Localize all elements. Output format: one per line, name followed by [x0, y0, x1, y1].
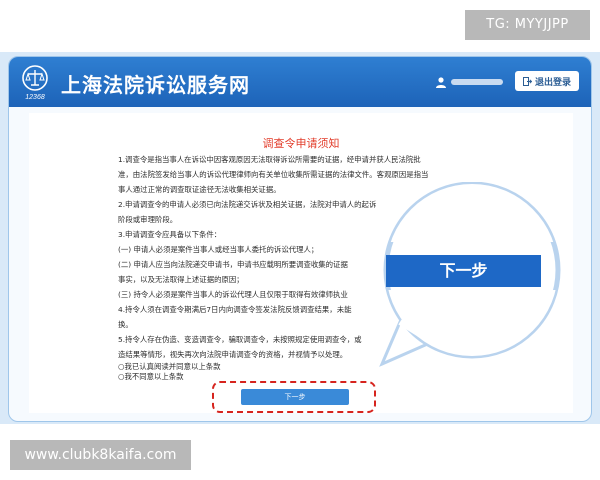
notice-line: 造结果等情形，视失再次向法院申请调查令的资格，并视情予以处理。 [118, 350, 348, 359]
disagree-option[interactable]: ○我不同意以上条款 [118, 372, 221, 382]
agree-option[interactable]: ○我已认真阅读并同意以上条款 [118, 362, 221, 372]
user-icon [436, 77, 446, 88]
site-header: 12368 上海法院诉讼服务网 退出登录 [9, 57, 591, 107]
notice-line: 准，由法院签发给当事人的诉讼代理律师向有关单位收集所需证据的法律文件。客观原因是… [118, 170, 429, 179]
redacted-username [451, 79, 503, 85]
logout-button[interactable]: 退出登录 [515, 71, 579, 91]
notice-title: 调查令申请须知 [262, 137, 340, 150]
notice-line: 4.持令人须在调查令期满后7日内向调查令签发法院反馈调查结果，未能 [118, 305, 352, 314]
logout-label: 退出登录 [534, 77, 571, 88]
logout-icon [522, 76, 532, 86]
zoomed-next-step-button: 下一步 [386, 255, 541, 287]
agreement-options: ○我已认真阅读并同意以上条款 ○我不同意以上条款 [118, 362, 221, 382]
notice-line: 5.持令人存在伪造、变造调查令，骗取调查令，未按照规定使用调查令，或 [118, 335, 362, 344]
watermark-bottom: www.clubk8kaifa.com [10, 440, 191, 470]
notice-line: (二) 申请人应当向法院递交申请书，申请书应载明所要调查收集的证据 [118, 260, 348, 269]
notice-line: 2.申请调查令的申请人必须已向法院递交诉状及相关证据，法院对申请人的起诉 [118, 200, 377, 209]
notice-line: (一) 申请人必须是案件当事人或经当事人委托的诉讼代理人； [118, 245, 319, 254]
watermark-top: TG: MYYJJPP [465, 10, 590, 40]
logo-text: 12368 [25, 94, 45, 101]
site-title: 上海法院诉讼服务网 [61, 73, 250, 97]
next-step-button[interactable]: 下一步 [241, 389, 349, 405]
user-info [435, 74, 503, 90]
notice-line: 1.调查令是指当事人在诉讼中因客观原因无法取得诉讼所需要的证据，经申请并获人民法… [118, 155, 421, 164]
notice-line: (三) 持令人必须是案件当事人的诉讼代理人且仅限于取得有效律师执业 [118, 290, 348, 299]
court-emblem-icon: 12368 [22, 65, 48, 101]
